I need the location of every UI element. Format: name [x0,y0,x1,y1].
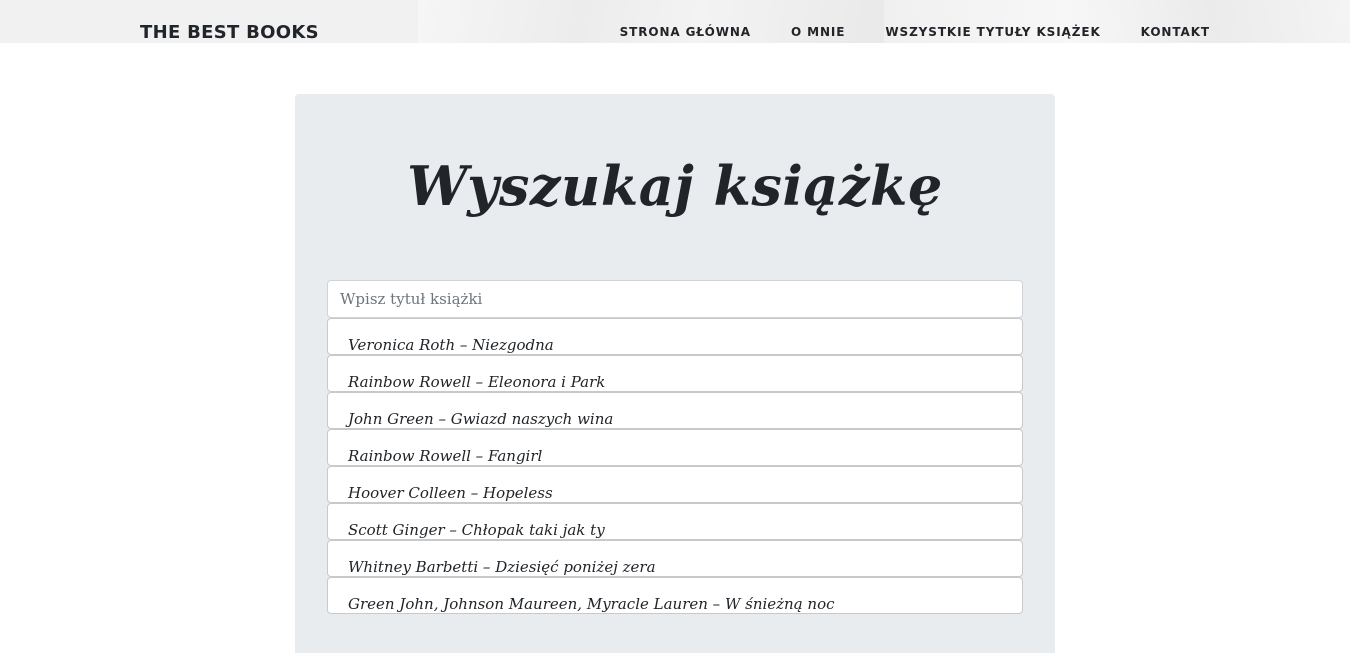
nav-link-contact[interactable]: KONTAKT [1141,25,1210,39]
result-item[interactable]: Veronica Roth – Niezgodna [327,318,1023,355]
result-item-label: Rainbow Rowell – Fangirl [348,447,543,465]
result-item[interactable]: Scott Ginger – Chłopak taki jak ty [327,503,1023,540]
main-nav: STRONA GŁÓWNA O MNIE WSZYSTKIE TYTUŁY KS… [580,25,1210,39]
brand-logo-link[interactable]: THE BEST BOOKS [140,21,319,43]
book-search-input[interactable] [327,280,1023,318]
top-navbar: THE BEST BOOKS STRONA GŁÓWNA O MNIE WSZY… [0,0,1350,43]
page-title: Wyszukaj książkę [407,154,943,218]
result-item-label: Hoover Colleen – Hopeless [348,484,553,502]
result-item-label: Veronica Roth – Niezgodna [348,336,554,354]
result-item[interactable]: Rainbow Rowell – Eleonora i Park [327,355,1023,392]
nav-link-about[interactable]: O MNIE [791,25,845,39]
result-item-label: Rainbow Rowell – Eleonora i Park [348,373,606,391]
result-item[interactable]: Hoover Colleen – Hopeless [327,466,1023,503]
result-item-label: Scott Ginger – Chłopak taki jak ty [348,521,605,539]
result-item-label: Green John, Johnson Maureen, Myracle Lau… [348,595,835,613]
result-item[interactable]: John Green – Gwiazd naszych wina [327,392,1023,429]
search-results-list: Veronica Roth – Niezgodna Rainbow Rowell… [327,318,1023,614]
result-item[interactable]: Whitney Barbetti – Dziesięć poniżej zera [327,540,1023,577]
nav-link-all-titles[interactable]: WSZYSTKIE TYTUŁY KSIĄŻEK [885,25,1100,39]
result-item[interactable]: Green John, Johnson Maureen, Myracle Lau… [327,577,1023,614]
result-item[interactable]: Rainbow Rowell – Fangirl [327,429,1023,466]
nav-link-home[interactable]: STRONA GŁÓWNA [620,25,751,39]
result-item-label: Whitney Barbetti – Dziesięć poniżej zera [348,558,656,576]
result-item-label: John Green – Gwiazd naszych wina [348,410,614,428]
